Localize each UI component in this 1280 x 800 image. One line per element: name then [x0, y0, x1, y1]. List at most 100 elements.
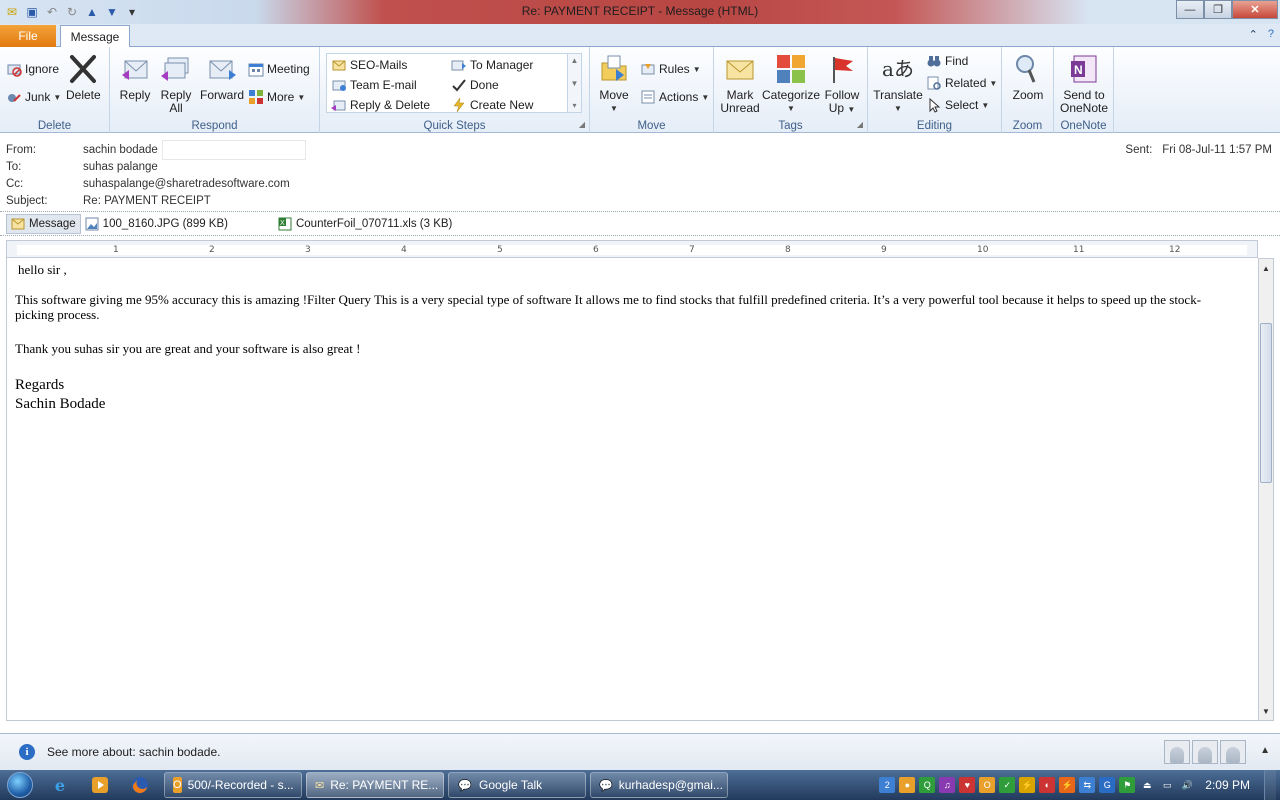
- ruler-tick-label: 6: [593, 245, 599, 255]
- network-icon[interactable]: ▭: [1159, 777, 1175, 793]
- taskbar-item-kurhadesp[interactable]: 💬 kurhadesp@gmai...: [590, 772, 728, 798]
- media-player-icon[interactable]: [80, 771, 120, 799]
- outlook-icon[interactable]: ✉: [4, 4, 20, 20]
- action-center-icon[interactable]: ⚑: [1119, 777, 1136, 793]
- envelope-icon: [724, 53, 756, 85]
- system-tray: 2 ● Q ♫ ♥ O ✓ ⚡ ◐ ⚡ ⇆ G ⚑ ⏏ ▭ 🔊 2:09 PM: [879, 770, 1280, 800]
- tray-app-icon[interactable]: ♥: [959, 777, 976, 793]
- move-button[interactable]: Move ▼: [598, 53, 630, 115]
- volume-icon[interactable]: 🔊: [1179, 777, 1195, 793]
- customize-icon[interactable]: ▾: [124, 4, 140, 20]
- checkmark-icon: [451, 77, 467, 93]
- redo-icon[interactable]: ↻: [64, 4, 80, 20]
- ignore-icon: [6, 61, 22, 77]
- body-greeting: hello sir ,: [18, 262, 67, 277]
- help-icon[interactable]: ?: [1268, 28, 1274, 41]
- tab-file[interactable]: File: [0, 25, 56, 47]
- down-icon[interactable]: ▼: [104, 4, 120, 20]
- clock[interactable]: 2:09 PM: [1205, 778, 1250, 792]
- scrollbar-thumb[interactable]: [1260, 323, 1272, 483]
- taskbar-item-payment-receipt[interactable]: ✉ Re: PAYMENT RE...: [306, 772, 444, 798]
- select-button[interactable]: Select ▼: [926, 97, 989, 113]
- find-button[interactable]: Find: [926, 53, 968, 69]
- close-button[interactable]: ✕: [1232, 0, 1278, 19]
- quick-step-seo-mails[interactable]: SEO-Mails: [331, 57, 407, 73]
- categorize-button[interactable]: Categorize ▼: [762, 53, 820, 115]
- expand-gallery-icon[interactable]: ▾: [572, 101, 576, 110]
- zoom-button[interactable]: Zoom: [1010, 53, 1046, 102]
- forward-button[interactable]: Forward: [200, 53, 244, 102]
- more-button[interactable]: More ▼: [248, 89, 305, 105]
- tray-app-icon[interactable]: ●: [899, 777, 916, 793]
- message-attachment-tab[interactable]: Message: [6, 213, 81, 234]
- tray-app-icon[interactable]: G: [1099, 777, 1116, 793]
- to-value[interactable]: suhas palange: [83, 161, 158, 178]
- translate-button[interactable]: aあ Translate ▼: [873, 53, 923, 115]
- delete-button[interactable]: Delete: [66, 53, 101, 102]
- tray-app-icon[interactable]: ✓: [999, 777, 1016, 793]
- dialog-launcher-icon[interactable]: ◢: [857, 120, 863, 129]
- follow-up-button[interactable]: Follow Up ▼: [822, 53, 862, 116]
- minimize-ribbon-icon[interactable]: ⌃: [1249, 28, 1258, 41]
- tray-app-icon[interactable]: ♫: [939, 777, 956, 793]
- quick-step-team-email[interactable]: Team E-mail: [331, 77, 417, 93]
- minimize-button[interactable]: —: [1176, 0, 1204, 19]
- save-icon[interactable]: ▣: [24, 4, 40, 20]
- cc-value[interactable]: suhaspalange@sharetradesoftware.com: [83, 178, 290, 195]
- chevron-up-icon[interactable]: ▲: [1260, 745, 1270, 756]
- related-button[interactable]: Related ▼: [926, 75, 997, 91]
- start-button[interactable]: [0, 770, 40, 800]
- tray-app-icon[interactable]: Q: [919, 777, 936, 793]
- avatar[interactable]: [1220, 740, 1246, 764]
- avatar[interactable]: [1164, 740, 1190, 764]
- avatar[interactable]: [1192, 740, 1218, 764]
- undo-icon[interactable]: ↶: [44, 4, 60, 20]
- ignore-button[interactable]: Ignore: [6, 61, 59, 77]
- maximize-button[interactable]: ❐: [1204, 0, 1232, 19]
- ie-icon[interactable]: e: [40, 771, 80, 799]
- tray-app-icon[interactable]: ◐: [1039, 777, 1056, 793]
- send-to-onenote-button[interactable]: N Send to OneNote: [1058, 53, 1110, 115]
- ruler[interactable]: 1 2 3 4 5 6 7 8 9 10 11 12: [6, 240, 1258, 258]
- quick-step-label: Done: [470, 78, 499, 92]
- chevron-down-icon[interactable]: ▼: [571, 79, 579, 88]
- reply-all-button[interactable]: Reply All: [158, 53, 194, 115]
- envelope-icon: ✉: [315, 779, 325, 792]
- rules-button[interactable]: Rules ▼: [640, 61, 701, 77]
- tray-app-icon[interactable]: ⚡: [1019, 777, 1036, 793]
- reply-button[interactable]: Reply: [118, 53, 152, 102]
- scroll-up-icon[interactable]: ▲: [1259, 261, 1273, 275]
- tray-app-icon[interactable]: 2: [879, 777, 896, 793]
- quick-step-to-manager[interactable]: To Manager: [451, 57, 533, 73]
- mark-unread-button[interactable]: Mark Unread: [720, 53, 760, 115]
- actions-button[interactable]: Actions ▼: [640, 89, 709, 105]
- tray-app-icon[interactable]: ⚡: [1059, 777, 1076, 793]
- attachment-xls[interactable]: X CounterFoil_070711.xls (3 KB): [274, 214, 456, 234]
- quick-step-create-new[interactable]: Create New: [451, 97, 533, 113]
- taskbar-item-recorded[interactable]: O 500/-Recorded - s...: [164, 772, 302, 798]
- quick-step-done[interactable]: Done: [451, 77, 499, 93]
- junk-button[interactable]: Junk ▼: [6, 89, 61, 105]
- up-icon[interactable]: ▲: [84, 4, 100, 20]
- tab-message[interactable]: Message: [60, 25, 130, 48]
- tray-app-icon[interactable]: ⇆: [1079, 777, 1096, 793]
- scroll-down-icon[interactable]: ▼: [1259, 704, 1273, 718]
- meeting-button[interactable]: Meeting: [248, 61, 310, 77]
- chevron-up-icon[interactable]: ▲: [571, 56, 579, 65]
- taskbar-item-google-talk[interactable]: 💬 Google Talk: [448, 772, 586, 798]
- message-body[interactable]: hello sir , This software giving me 95% …: [6, 258, 1258, 721]
- quick-step-reply-delete[interactable]: Reply & Delete: [331, 97, 430, 113]
- quick-steps-scroll[interactable]: ▲ ▼ ▾: [567, 54, 581, 112]
- from-value[interactable]: sachin bodade: [83, 144, 158, 161]
- body-scrollbar[interactable]: ▲ ▼: [1258, 258, 1274, 721]
- group-label-tags: Tags: [778, 120, 803, 132]
- dialog-launcher-icon[interactable]: ◢: [579, 120, 585, 129]
- see-more-about-text[interactable]: See more about: sachin bodade.: [47, 745, 220, 759]
- excel-file-icon: X: [278, 217, 292, 231]
- attachment-jpg[interactable]: 100_8160.JPG (899 KB): [81, 214, 232, 234]
- firefox-icon[interactable]: [120, 771, 160, 799]
- show-desktop-button[interactable]: [1264, 770, 1276, 800]
- group-move: Move ▼ Rules ▼ Actions ▼ Move: [590, 47, 714, 133]
- tray-app-icon[interactable]: O: [979, 777, 996, 793]
- usb-icon[interactable]: ⏏: [1139, 777, 1155, 793]
